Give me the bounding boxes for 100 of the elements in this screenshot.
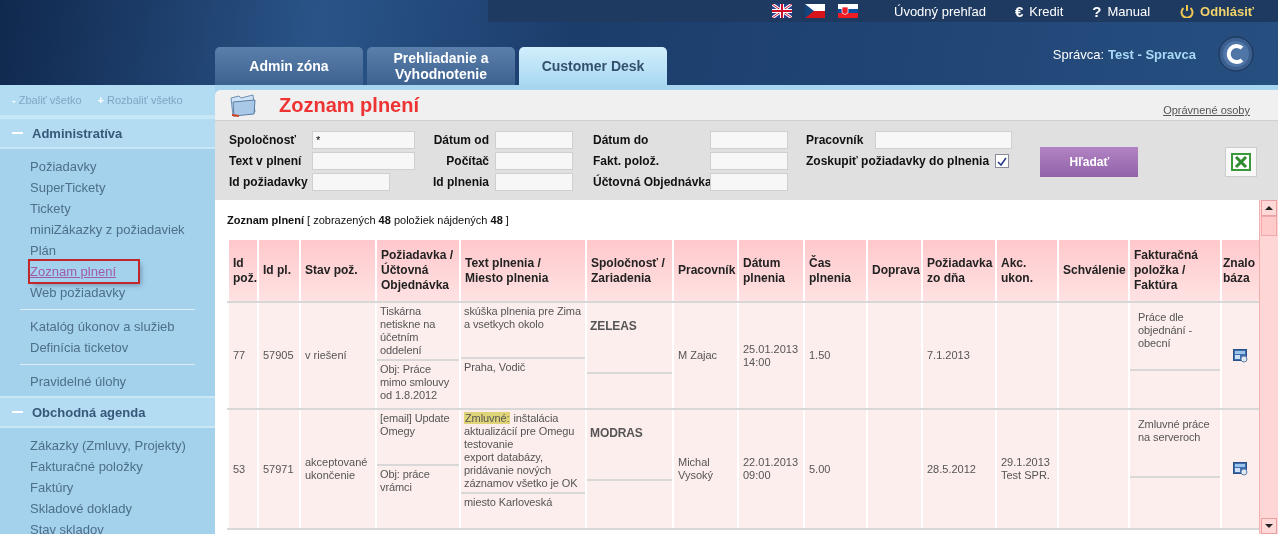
input-field[interactable] [495,173,573,191]
input-field[interactable] [710,152,788,170]
sidebar-item[interactable]: Skladové doklady [30,498,132,519]
table-cell: 22.01.2013 09:00 [738,409,804,529]
column-header[interactable]: Fakturačná položka / Faktúra [1129,239,1221,302]
column-header[interactable]: Spoločnosť / Zariadenia [586,239,673,302]
input-field[interactable] [710,173,788,191]
help-icon: ? [1092,2,1102,20]
column-header[interactable]: Akc. ukon. [996,239,1058,302]
excel-export-button[interactable] [1225,147,1258,177]
column-header[interactable]: Stav pož. [300,239,376,302]
sidebar-item[interactable]: Zákazky (Zmluvy, Projekty) [30,435,186,456]
input-field[interactable] [495,131,573,149]
column-header[interactable]: Dátum plnenia [738,239,804,302]
credit-link[interactable]: € Kredit [1014,2,1064,20]
sidebar-item[interactable]: Tickety [30,198,71,219]
scroll-up-icon[interactable] [1261,200,1277,216]
input-field[interactable]: * [312,131,415,149]
table-cell-text: Praha, Vodič [463,360,527,375]
field-label: Pracovník [806,133,864,147]
sidebar-item[interactable]: Stav skladov [30,519,104,534]
field-label: Dátum od [433,133,489,147]
page-title: Zoznam plnení [279,93,419,117]
sidebar-item[interactable]: Fakturačné položky [30,456,143,477]
scroll-thumb[interactable] [1261,216,1277,236]
sidebar-item[interactable]: SuperTickety [30,177,106,198]
input-field[interactable] [495,152,573,170]
sidebar-item[interactable]: Faktúry [30,477,74,498]
czech-flag-icon[interactable] [805,4,825,18]
column-header[interactable]: Požiadavka / Účtovná Objednávka [376,239,460,302]
table-cell: 5.00 [804,409,867,529]
scroll-down-icon[interactable] [1261,518,1277,534]
tab[interactable]: Prehliadanie a Vyhodnotenie [367,47,515,85]
field-label: Počítač [445,154,489,168]
authorized-persons-link[interactable]: Oprávnené osoby [1163,104,1250,116]
table-cell: akceptované ukončenie [300,409,376,529]
logout-link[interactable]: Odhlásiť [1179,3,1254,19]
logo-icon [1218,36,1254,72]
uk-flag-icon[interactable] [772,4,792,18]
column-header[interactable]: Požiadavka zo dňa [922,239,996,302]
sidebar-item[interactable]: Požiadavky [30,156,97,177]
user-name: Test - Spravca [1108,46,1196,62]
column-header[interactable]: Text plnenia / Miesto plnenia [460,239,586,302]
sidebar-item[interactable]: Plán [30,240,57,261]
table-cell: 57905 [258,302,300,409]
input-field[interactable] [710,131,788,149]
tab[interactable]: Customer Desk [519,47,667,85]
table-cell: skúška plnenia pre Zima a vsetkych okolo [461,303,585,359]
checkbox[interactable] [995,154,1010,168]
tab[interactable]: Admin zóna [215,47,363,85]
column-header[interactable]: Id pož. [228,239,258,302]
manual-link[interactable]: ? Manual [1092,2,1151,20]
section-header[interactable]: Administratíva [0,117,215,149]
sidebar-item[interactable]: Definícia ticketov [30,337,129,358]
table-cell: Práce dle objednání - obecní [1130,303,1220,371]
table-cell: Zmluvné práce na serveroch [1130,410,1220,478]
column-header[interactable]: Čas plnenia [804,239,867,302]
knowledge-base-icon[interactable] [1233,462,1248,476]
column-header[interactable]: Id pl. [258,239,300,302]
sidebar-item[interactable]: Web požiadavky [30,282,126,303]
field-label: Id požiadavky [229,175,309,189]
table-cell: 28.5.2012 [922,409,996,529]
table-cell: Michal Vysoký [673,409,738,529]
column-header[interactable]: Pracovník [673,239,738,302]
table-cell: ZELEAS [587,303,672,374]
table-cell-text: Obj: Práce mimo smlouvy od 1.8.2012 [379,362,451,403]
sidebar-item[interactable]: Katalóg úkonov a služieb [30,316,175,337]
table-cell: 25.01.2013 14:00 [738,302,804,409]
sidebar-item[interactable]: Pravidelné úlohy [30,371,127,392]
scrollbar[interactable] [1259,200,1278,534]
folder-icon [229,92,257,118]
table-cell-text: miesto Karloveská [463,495,554,510]
input-field[interactable] [875,131,1013,149]
section-header[interactable]: Obchodná agenda [0,396,215,428]
table-cell: Zmluvné: inštalácia aktualizácií pre Omegu testovanie export databázy, pridávanie nových záznamov všetko je OK [461,410,585,494]
field-label: Spoločnosť [229,133,298,147]
spreadsheet-icon [1231,153,1252,171]
table-cell-text: Obj: práce vrámci [379,467,431,495]
table-cell: 77 [228,302,258,409]
input-field[interactable] [312,152,415,170]
slovak-flag-icon[interactable] [838,4,858,18]
table-cell: [email] Update Omegy [377,410,459,466]
sidebar-item[interactable]: miniZákazky z požiadaviek [30,219,185,240]
euro-icon: € [1014,2,1024,20]
search-button[interactable]: Hľadať [1040,147,1139,177]
column-header[interactable]: Doprava [867,239,922,302]
table-cell: Tiskárna netiskne na účetním oddelení [377,303,459,361]
input-field[interactable] [312,173,390,191]
field-label: Id plnenia [433,175,489,189]
home-link[interactable]: Úvodný prehľad [894,3,986,19]
table-cell: MODRAS [587,410,672,481]
checkbox-label: Zoskupiť požiadavky do plnenia [806,154,990,168]
field-label: Fakt. polož. [593,154,660,168]
column-header[interactable]: Schválenie [1058,239,1129,302]
column-header[interactable]: Znalo báza [1221,239,1259,302]
table-cell: 53 [228,409,258,529]
table-cell: 7.1.2013 [922,302,996,409]
knowledge-base-icon[interactable] [1233,348,1248,363]
table-cell: 29.1.2013 Test SPR. [996,409,1058,529]
field-label: Účtovná Objednávka [593,175,710,189]
